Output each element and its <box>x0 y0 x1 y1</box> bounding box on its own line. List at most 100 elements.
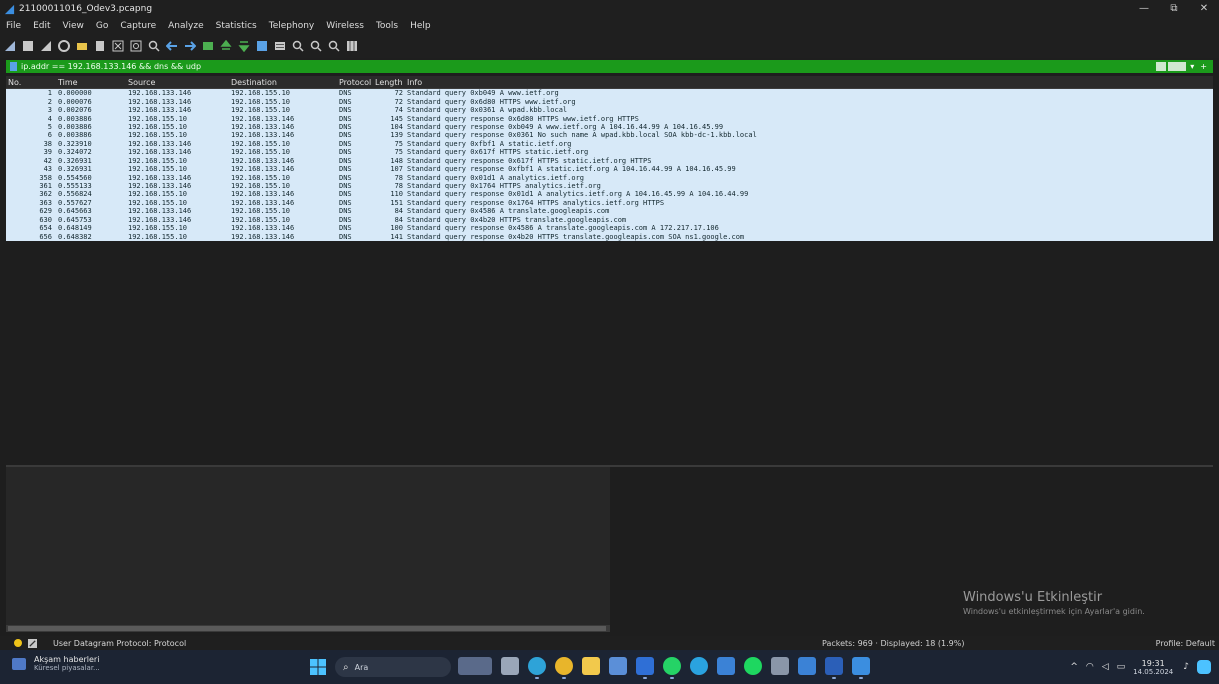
menu-view[interactable]: View <box>57 21 90 31</box>
zoom-normal-icon[interactable] <box>328 40 340 52</box>
go-to-packet-icon[interactable] <box>202 40 214 52</box>
packet-row[interactable]: 629 0.645663 192.168.133.146 192.168.155.10… <box>6 207 1213 216</box>
menu-file[interactable]: File <box>0 21 27 31</box>
zoom-out-icon[interactable] <box>310 40 322 52</box>
menu-help[interactable]: Help <box>404 21 437 31</box>
packet-row[interactable]: 654 0.648149 192.168.155.10 192.168.133.146… <box>6 224 1213 233</box>
details-horizontal-scrollbar[interactable] <box>6 625 610 632</box>
auto-scroll-icon[interactable] <box>256 40 268 52</box>
clock[interactable]: 19:31 14.05.2024 <box>1133 659 1173 676</box>
menu-edit[interactable]: Edit <box>27 21 56 31</box>
task-view-icon[interactable] <box>501 657 519 675</box>
cell-length: 139 <box>390 131 403 140</box>
capture-comment-icon[interactable] <box>28 638 37 648</box>
windows-start-icon[interactable] <box>310 659 326 675</box>
restore-button[interactable]: ⧉ <box>1159 0 1189 18</box>
menu-telephony[interactable]: Telephony <box>263 21 321 31</box>
stop-capture-icon[interactable] <box>22 40 34 52</box>
bookmark-icon[interactable] <box>10 62 17 71</box>
display-filter-input[interactable] <box>21 61 1157 72</box>
app-l-icon[interactable] <box>636 657 654 679</box>
menu-tools[interactable]: Tools <box>370 21 404 31</box>
notification-bell-icon[interactable]: ♪ <box>1183 662 1189 672</box>
save-file-icon[interactable] <box>94 40 106 52</box>
packet-row[interactable]: 38 0.323910 192.168.133.146 192.168.155.10 D… <box>6 139 1213 149</box>
wireshark-taskbar-icon[interactable] <box>852 657 870 679</box>
apply-filter-icon[interactable] <box>1168 62 1187 71</box>
go-first-icon[interactable] <box>220 40 232 52</box>
column-protocol[interactable]: Protocol <box>337 78 373 87</box>
packet-row[interactable]: 2 0.000076 192.168.133.146 192.168.155.10 DN… <box>6 97 1213 106</box>
microsoft-store-icon[interactable] <box>609 657 627 675</box>
capture-options-icon[interactable] <box>58 40 70 52</box>
word-icon[interactable] <box>825 657 843 679</box>
scrollbar-thumb[interactable] <box>8 626 606 631</box>
taskbar-search[interactable]: ⌕ Ara <box>335 657 451 677</box>
menu-capture[interactable]: Capture <box>114 21 162 31</box>
go-back-icon[interactable] <box>166 40 178 52</box>
copilot-icon[interactable] <box>1197 660 1211 674</box>
news-icon <box>12 657 26 670</box>
packet-row[interactable]: 630 0.645753 192.168.133.146 192.168.155.10… <box>6 215 1213 224</box>
menu-go[interactable]: Go <box>90 21 114 31</box>
search-highlight-icon[interactable] <box>458 657 492 675</box>
filter-history-icon[interactable]: ▾ <box>1190 62 1194 71</box>
spotify-icon[interactable] <box>744 657 762 675</box>
menu-wireless[interactable]: Wireless <box>320 21 370 31</box>
go-forward-icon[interactable] <box>184 40 196 52</box>
packet-row[interactable]: 3 0.002076 192.168.133.146 192.168.155.10 DN… <box>6 105 1213 115</box>
menu-statistics[interactable]: Statistics <box>210 21 263 31</box>
packet-row[interactable]: 4 0.003886 192.168.155.10 192.168.133.146 DN… <box>6 114 1213 123</box>
todo-check-icon[interactable] <box>717 657 735 675</box>
profile-selector[interactable]: Profile: Default <box>1156 639 1215 648</box>
zoom-in-icon[interactable] <box>292 40 304 52</box>
column-destination[interactable]: Destination <box>229 78 337 87</box>
cell-info: Standard query response 0x01d1 A analyti… <box>407 190 749 199</box>
packet-row[interactable]: 43 0.326931 192.168.155.10 192.168.133.146 D… <box>6 164 1213 174</box>
packet-row[interactable]: 39 0.324072 192.168.133.146 192.168.155.10 D… <box>6 148 1213 157</box>
minimize-button[interactable]: — <box>1129 0 1159 18</box>
packet-row[interactable]: 1 0.000000 192.168.133.146 192.168.155.10 DN… <box>6 89 1213 98</box>
restart-capture-icon[interactable] <box>40 40 52 52</box>
menu-analyze[interactable]: Analyze <box>162 21 209 31</box>
go-last-icon[interactable] <box>238 40 250 52</box>
packet-row[interactable]: 656 0.648382 192.168.155.10 192.168.133.146… <box>6 232 1213 241</box>
column-no[interactable]: No. <box>6 78 56 87</box>
close-file-icon[interactable] <box>112 40 124 52</box>
open-file-icon[interactable] <box>76 40 88 52</box>
packet-row[interactable]: 362 0.556824 192.168.155.10 192.168.133.146… <box>6 190 1213 199</box>
news-widget[interactable]: Akşam haberleri Küresel piyasalar... <box>12 655 100 672</box>
tray-chevron-icon[interactable]: ^ <box>1070 662 1078 672</box>
packet-row[interactable]: 358 0.554560 192.168.133.146 192.168.155.10… <box>6 173 1213 182</box>
file-explorer-icon[interactable] <box>582 657 600 675</box>
start-capture-icon[interactable] <box>4 40 16 52</box>
clear-filter-icon[interactable] <box>1156 62 1167 71</box>
column-length[interactable]: Length <box>373 78 405 87</box>
wifi-icon[interactable]: ◠ <box>1086 662 1094 672</box>
packet-row[interactable]: 361 0.555133 192.168.133.146 192.168.155.10… <box>6 181 1213 191</box>
volume-icon[interactable]: ◁ <box>1102 662 1109 672</box>
cell-length: 100 <box>390 224 403 233</box>
reload-file-icon[interactable] <box>130 40 142 52</box>
column-source[interactable]: Source <box>126 78 229 87</box>
packet-details-pane[interactable] <box>6 467 610 625</box>
app-tile-icon[interactable] <box>771 657 789 675</box>
packet-row[interactable]: 6 0.003886 192.168.155.10 192.168.133.146 DN… <box>6 131 1213 140</box>
find-packet-icon[interactable] <box>148 40 160 52</box>
resize-columns-icon[interactable] <box>346 40 358 52</box>
battery-icon[interactable]: ▭ <box>1117 662 1126 672</box>
packet-row[interactable]: 42 0.326931 192.168.155.10 192.168.133.146 D… <box>6 156 1213 165</box>
packet-row[interactable]: 363 0.557627 192.168.155.10 192.168.133.146… <box>6 198 1213 208</box>
close-button[interactable]: ✕ <box>1189 0 1219 18</box>
edge-icon[interactable] <box>528 657 546 679</box>
add-filter-button-icon[interactable]: + <box>1200 62 1207 71</box>
packet-row[interactable]: 5 0.003886 192.168.155.10 192.168.133.146 DN… <box>6 122 1213 132</box>
colorize-icon[interactable] <box>274 40 286 52</box>
column-time[interactable]: Time <box>56 78 126 87</box>
column-info[interactable]: Info <box>405 78 1213 87</box>
chrome-icon[interactable] <box>555 657 573 679</box>
notes-icon[interactable] <box>798 657 816 675</box>
telegram-icon[interactable] <box>690 657 708 675</box>
whatsapp-icon[interactable] <box>663 657 681 679</box>
expert-info-icon[interactable] <box>14 639 22 647</box>
